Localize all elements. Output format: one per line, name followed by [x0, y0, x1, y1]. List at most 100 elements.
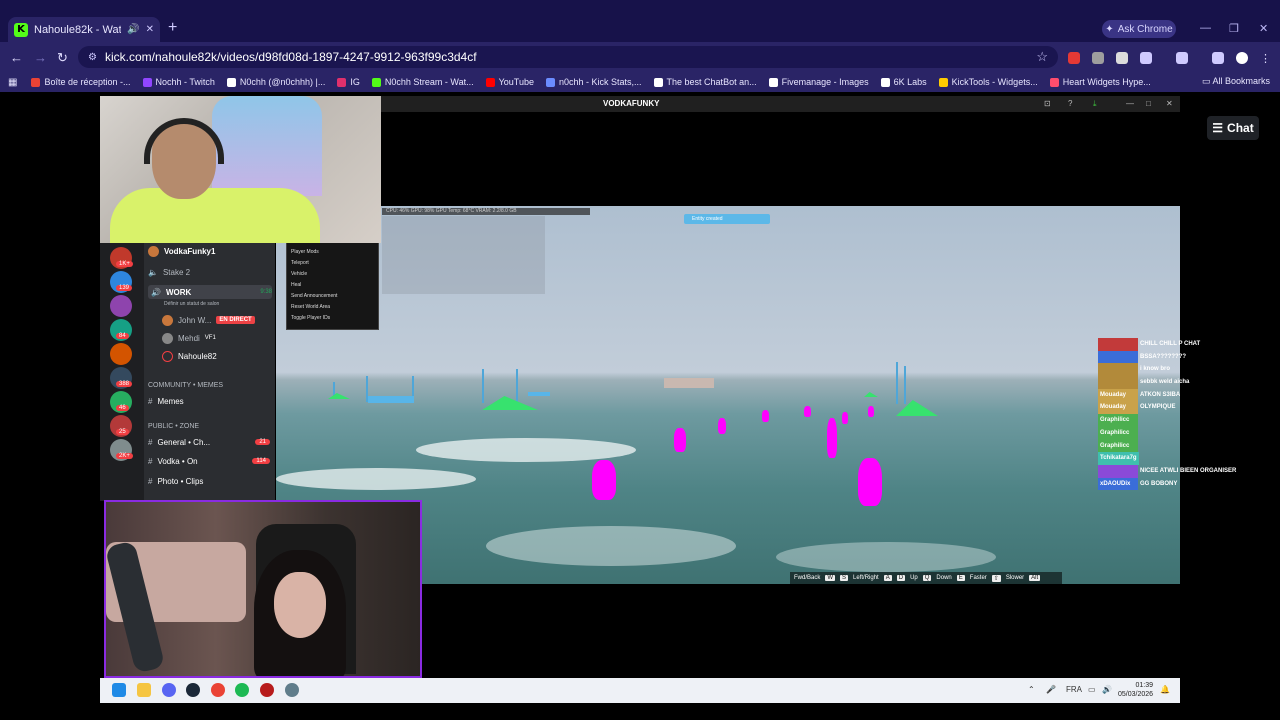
chat-toggle-button[interactable]: ☰ Chat [1207, 116, 1259, 140]
browser-tab[interactable]: K Nahoule82k - Watch the VO 🔊 ✕ [8, 17, 160, 42]
voice-user-row[interactable]: VodkaFunky1 [148, 244, 215, 258]
bookmark-label: Fivemanage - Images [781, 77, 869, 87]
discord-icon[interactable] [162, 683, 176, 697]
bookmark-item[interactable]: N0chh (@n0chhh) |... [226, 77, 325, 87]
admin-menu-item[interactable]: Reset World Area [291, 302, 378, 313]
admin-menu-item[interactable]: Toggle Player IDs [291, 313, 378, 324]
tray-chevron-up-icon[interactable]: ⌃ [1028, 685, 1035, 694]
bookmark-item[interactable]: YouTube [485, 77, 534, 87]
admin-menu-item[interactable]: Vehicle [291, 269, 378, 280]
bookmark-item[interactable]: N0chh Stream - Wat... [371, 77, 474, 87]
discord-server-icon[interactable] [110, 295, 132, 317]
audio-icon[interactable]: 🔊 [127, 24, 139, 35]
chat-message-text: GG BOBONY [1140, 480, 1178, 487]
gate-green [482, 396, 538, 410]
game-close-icon[interactable]: ✕ [1166, 99, 1173, 108]
voice-member[interactable]: John W... EN DIRECT [148, 313, 255, 327]
menu-kebab-icon[interactable]: ⋮ [1260, 52, 1272, 65]
bookmark-item[interactable]: Fivemanage - Images [768, 77, 869, 87]
network-icon[interactable]: ▭ [1088, 685, 1096, 694]
channel-photo[interactable]: # Photo • Clips [148, 474, 203, 488]
bookmark-item[interactable]: Heart Widgets Hype... [1049, 77, 1151, 87]
back-icon[interactable]: ← [10, 50, 23, 65]
close-window-icon[interactable]: ✕ [1259, 22, 1268, 35]
language-indicator[interactable]: FRA [1066, 685, 1082, 694]
bookmark-item[interactable]: The best ChatBot an... [653, 77, 757, 87]
bookmark-item[interactable]: n0chh - Kick Stats,... [545, 77, 642, 87]
extension-icon[interactable] [1092, 52, 1104, 64]
volume-icon[interactable]: 🔊 [1102, 685, 1112, 694]
media-icon[interactable] [1212, 52, 1224, 64]
profile-avatar[interactable] [1236, 52, 1248, 64]
discord-server-icon[interactable] [110, 343, 132, 365]
admin-menu-item[interactable]: Player Mods [291, 247, 378, 258]
channel-memes[interactable]: # Memes [148, 394, 184, 408]
chrome-icon[interactable] [211, 683, 225, 697]
control-label: Left/Right [853, 575, 879, 581]
unread-count: 114 [252, 458, 270, 464]
bookmark-label: n0chh - Kick Stats,... [558, 77, 642, 87]
spotify-icon[interactable] [235, 683, 249, 697]
bookmark-label: 6K Labs [893, 77, 927, 87]
admin-menu-item[interactable]: Send Announcement [291, 291, 378, 302]
start-icon[interactable] [112, 683, 126, 697]
bookmark-favicon-icon [545, 77, 555, 87]
apps-grid-icon[interactable]: ▦ [8, 77, 17, 88]
extension-icon[interactable] [1116, 52, 1128, 64]
gate-pole [896, 362, 898, 404]
server-mention-badge: 46 [116, 405, 129, 411]
speaker-icon: 🔊 [151, 287, 161, 297]
bookmark-item[interactable]: KickTools - Widgets... [938, 77, 1038, 87]
channel-status[interactable]: Définir un statut de salon [148, 297, 219, 311]
performance-overlay: CPU: 46% GPU: 98% GPU Temp: 68°C VRAM: 2… [382, 208, 590, 215]
admin-menu-item[interactable]: Heal [291, 280, 378, 291]
gate-pole [516, 369, 518, 403]
all-bookmarks-button[interactable]: ▭ All Bookmarks [1202, 76, 1270, 87]
bookmark-item[interactable]: IG [337, 77, 360, 87]
clock[interactable]: 01:39 05/03/2026 [1118, 681, 1153, 699]
app-icon[interactable] [260, 683, 274, 697]
forward-icon[interactable]: → [34, 50, 47, 65]
bookmark-label: YouTube [498, 77, 534, 87]
voice-channel-stake[interactable]: 🔈 Stake 2 [148, 265, 190, 279]
category-public[interactable]: PUBLIC • ZONE [148, 419, 199, 433]
channel-vodka[interactable]: # Vodka • On 114 [148, 454, 270, 468]
admin-menu-item[interactable]: Teleport [291, 258, 378, 269]
bookmark-item[interactable]: Nochh - Twitch [142, 77, 215, 87]
minimize-icon[interactable]: — [1200, 22, 1211, 34]
bookmark-star-icon[interactable]: ☆ [1036, 49, 1048, 65]
channel-general[interactable]: # General • Ch... 21 [148, 435, 270, 449]
close-tab-icon[interactable]: ✕ [146, 24, 154, 35]
steam-icon[interactable] [186, 683, 200, 697]
side-panel-icon[interactable] [1176, 52, 1188, 64]
help-icon[interactable]: ? [1068, 99, 1072, 108]
download-icon[interactable]: ⤓ [1093, 99, 1097, 109]
notification-bell-icon[interactable]: 🔔 [1160, 685, 1170, 694]
game-maximize-icon[interactable]: □ [1146, 99, 1151, 108]
restore-icon[interactable]: ❐ [1229, 22, 1239, 35]
category-community[interactable]: COMMUNITY • MEMES [148, 378, 223, 392]
bookmark-item[interactable]: Boîte de réception -... [31, 77, 131, 87]
ask-chrome-button[interactable]: ✦ Ask Chrome [1102, 20, 1176, 38]
reload-icon[interactable]: ↻ [57, 50, 68, 66]
microphone-icon[interactable]: 🎤 [1046, 685, 1056, 694]
game-window-titlebar: VODKAFUNKY ⊡ ? ⤓ — □ ✕ [380, 96, 1180, 112]
address-bar[interactable]: ⚙ kick.com/nahoule82k/videos/d98fd08d-18… [78, 46, 1058, 68]
voice-member[interactable]: Nahoule82 [148, 349, 217, 363]
settings-gear-icon[interactable] [285, 683, 299, 697]
chat-message: sebbk weld aicha [1098, 376, 1280, 389]
voice-member[interactable]: Mehdi VF1 [148, 331, 216, 345]
chat-message-text: i know bro [1140, 366, 1170, 373]
bookmark-item[interactable]: 6K Labs [880, 77, 927, 87]
extensions-puzzle-icon[interactable] [1140, 52, 1152, 64]
screenshot-icon[interactable]: ⊡ [1044, 99, 1051, 108]
extension-icon[interactable] [1068, 52, 1080, 64]
site-info-icon[interactable]: ⚙ [88, 52, 97, 63]
new-tab-button[interactable]: + [168, 19, 177, 37]
file-explorer-icon[interactable] [137, 683, 151, 697]
game-minimize-icon[interactable]: — [1126, 99, 1134, 108]
chat-username [1098, 363, 1138, 377]
channel-label: WORK [165, 287, 192, 297]
gaming-chair [212, 96, 322, 196]
folder-icon: ▭ [1201, 76, 1211, 86]
